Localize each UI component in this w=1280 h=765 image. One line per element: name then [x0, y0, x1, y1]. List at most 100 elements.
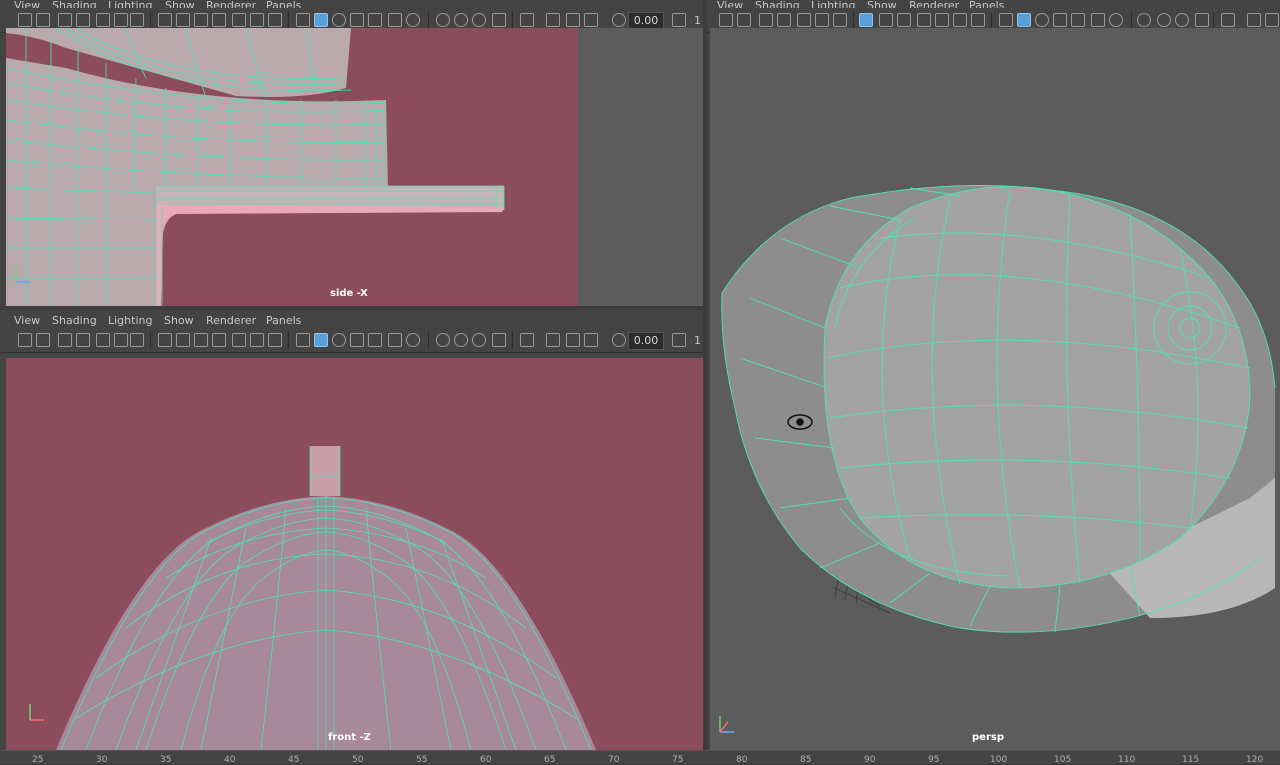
- camera-attr-icon[interactable]: [36, 333, 50, 347]
- exposure-field[interactable]: 0.00: [628, 332, 664, 350]
- grid-icon[interactable]: [859, 13, 873, 27]
- grease-pencil-icon[interactable]: [797, 13, 811, 27]
- wireframe-on-shaded-icon[interactable]: [350, 333, 364, 347]
- xray-icon[interactable]: [546, 333, 560, 347]
- isolate-icon[interactable]: [1221, 13, 1235, 27]
- lights-icon[interactable]: [388, 333, 402, 347]
- camera-icon[interactable]: [18, 13, 32, 27]
- camera-attr-icon[interactable]: [36, 13, 50, 27]
- anti-alias-icon[interactable]: [1175, 13, 1189, 27]
- wireframe-on-shaded-icon[interactable]: [1053, 13, 1067, 27]
- ambient-occlusion-icon[interactable]: [436, 13, 450, 27]
- two-d-pan-icon[interactable]: [114, 333, 128, 347]
- ambient-occlusion-icon[interactable]: [436, 333, 450, 347]
- wireframe-icon[interactable]: [296, 333, 310, 347]
- grid-icon[interactable]: [158, 333, 172, 347]
- shadows-icon[interactable]: [406, 333, 420, 347]
- motion-blur-icon[interactable]: [1157, 13, 1171, 27]
- field-chart-icon[interactable]: [232, 333, 246, 347]
- motion-blur-icon[interactable]: [454, 333, 468, 347]
- field-chart-icon[interactable]: [935, 13, 949, 27]
- textured-icon[interactable]: [1071, 13, 1085, 27]
- camera-icon[interactable]: [719, 13, 733, 27]
- exposure-icon[interactable]: [612, 13, 626, 27]
- xray-components-icon[interactable]: [584, 13, 598, 27]
- xray-components-icon[interactable]: [584, 333, 598, 347]
- depth-of-field-icon[interactable]: [1195, 13, 1209, 27]
- camera-icon[interactable]: [18, 333, 32, 347]
- motion-blur-icon[interactable]: [454, 13, 468, 27]
- safe-action-icon[interactable]: [953, 13, 967, 27]
- bookmark-icon[interactable]: [58, 333, 72, 347]
- xray-joints-icon[interactable]: [566, 333, 580, 347]
- two-d-pan-icon[interactable]: [114, 13, 128, 27]
- xray-joints-icon[interactable]: [566, 13, 580, 27]
- ambient-occlusion-icon[interactable]: [1137, 13, 1151, 27]
- persp-viewport[interactable]: persp: [710, 28, 1280, 750]
- tick-label: 55: [416, 755, 428, 765]
- grease-pencil-icon[interactable]: [96, 333, 110, 347]
- pen-icon[interactable]: [130, 333, 144, 347]
- gate-mask-icon[interactable]: [917, 13, 931, 27]
- resolution-gate-icon[interactable]: [194, 333, 208, 347]
- safe-action-icon[interactable]: [250, 333, 264, 347]
- lights-icon[interactable]: [388, 13, 402, 27]
- gamma-icon[interactable]: [672, 333, 686, 347]
- depth-of-field-icon[interactable]: [492, 333, 506, 347]
- smooth-shade-icon[interactable]: [314, 13, 328, 27]
- textured-icon[interactable]: [368, 333, 382, 347]
- separator: [428, 332, 429, 348]
- safe-title-icon[interactable]: [268, 333, 282, 347]
- two-d-pan-icon[interactable]: [815, 13, 829, 27]
- time-slider[interactable]: 25 30 35 40 45 50 55 60 65 70 75 80 85 9…: [0, 750, 1280, 765]
- film-gate-icon[interactable]: [176, 13, 190, 27]
- depth-of-field-icon[interactable]: [492, 13, 506, 27]
- film-gate-icon[interactable]: [176, 333, 190, 347]
- xray-icon[interactable]: [1247, 13, 1261, 27]
- gate-mask-icon[interactable]: [212, 13, 226, 27]
- resolution-gate-icon[interactable]: [897, 13, 911, 27]
- safe-action-icon[interactable]: [250, 13, 264, 27]
- xray-icon[interactable]: [546, 13, 560, 27]
- grease-pencil-icon[interactable]: [96, 13, 110, 27]
- shadows-icon[interactable]: [406, 13, 420, 27]
- tick-label: 50: [352, 755, 364, 765]
- isolate-icon[interactable]: [520, 13, 534, 27]
- camera-attr-icon[interactable]: [737, 13, 751, 27]
- pen-icon[interactable]: [833, 13, 847, 27]
- isolate-icon[interactable]: [520, 333, 534, 347]
- anti-alias-icon[interactable]: [472, 13, 486, 27]
- smooth-shade-icon[interactable]: [314, 333, 328, 347]
- front-viewport[interactable]: front -Z: [6, 358, 703, 750]
- default-material-icon[interactable]: [1035, 13, 1049, 27]
- default-material-icon[interactable]: [332, 333, 346, 347]
- grid-icon[interactable]: [158, 13, 172, 27]
- safe-title-icon[interactable]: [268, 13, 282, 27]
- anti-alias-icon[interactable]: [472, 333, 486, 347]
- lights-icon[interactable]: [1091, 13, 1105, 27]
- gamma-icon[interactable]: [672, 13, 686, 27]
- safe-title-icon[interactable]: [971, 13, 985, 27]
- image-plane-icon[interactable]: [777, 13, 791, 27]
- gate-mask-icon[interactable]: [212, 333, 226, 347]
- xray-joints-icon[interactable]: [1265, 13, 1279, 27]
- image-plane-icon[interactable]: [76, 333, 90, 347]
- wireframe-on-shaded-icon[interactable]: [350, 13, 364, 27]
- axis-indicator: [24, 700, 50, 726]
- field-chart-icon[interactable]: [232, 13, 246, 27]
- image-plane-icon[interactable]: [76, 13, 90, 27]
- side-viewport-panel: View Shading Lighting Show Renderer Pane…: [0, 0, 703, 306]
- smooth-shade-icon[interactable]: [1017, 13, 1031, 27]
- shadows-icon[interactable]: [1109, 13, 1123, 27]
- textured-icon[interactable]: [368, 13, 382, 27]
- wireframe-icon[interactable]: [999, 13, 1013, 27]
- film-gate-icon[interactable]: [879, 13, 893, 27]
- pen-icon[interactable]: [130, 13, 144, 27]
- side-viewport[interactable]: side -X: [6, 28, 703, 306]
- bookmark-icon[interactable]: [759, 13, 773, 27]
- default-material-icon[interactable]: [332, 13, 346, 27]
- bookmark-icon[interactable]: [58, 13, 72, 27]
- exposure-icon[interactable]: [612, 333, 626, 347]
- wireframe-icon[interactable]: [296, 13, 310, 27]
- resolution-gate-icon[interactable]: [194, 13, 208, 27]
